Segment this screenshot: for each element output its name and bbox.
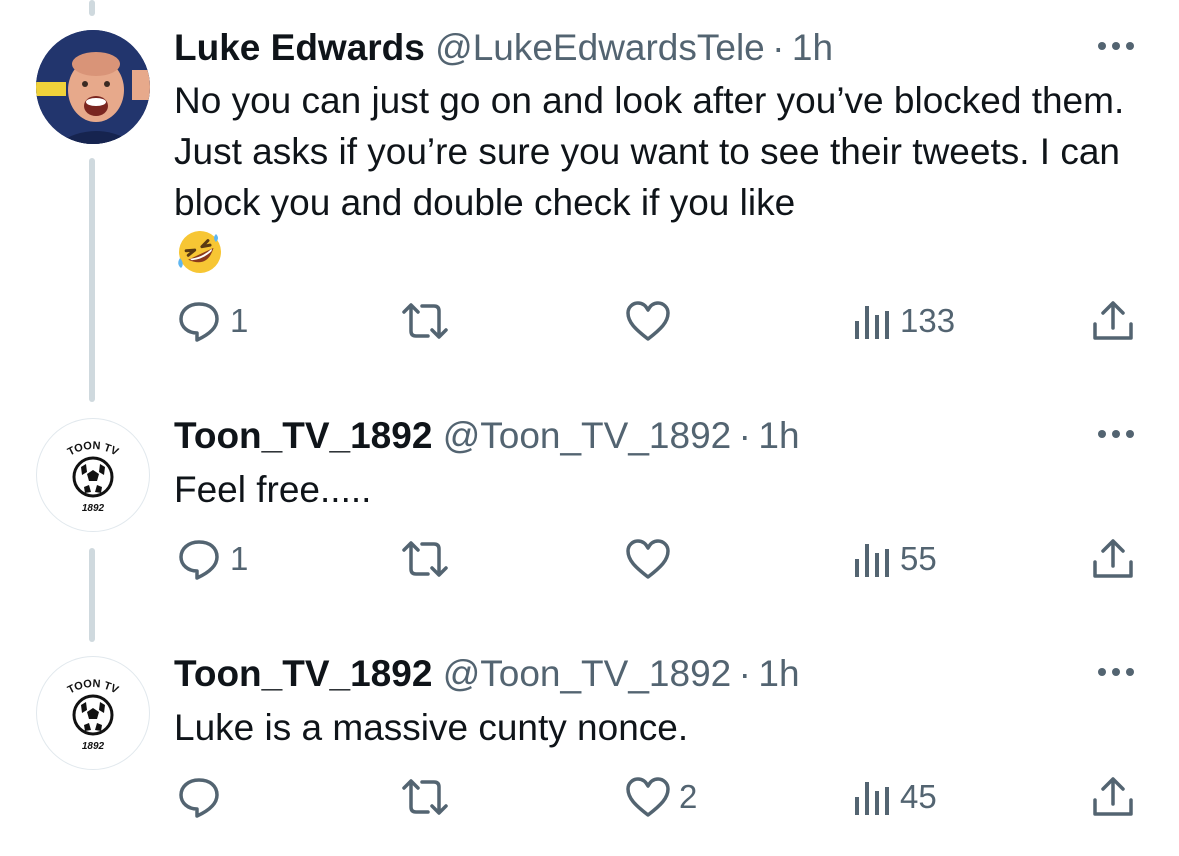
tweet-header: Luke Edwards @LukeEdwardsTele · 1h	[174, 24, 833, 72]
timestamp[interactable]: 1h	[758, 415, 799, 456]
views-button[interactable]: 133	[852, 296, 955, 346]
retweet-button[interactable]	[398, 772, 460, 822]
retweet-icon	[402, 303, 448, 339]
retweet-button[interactable]	[398, 296, 460, 346]
more-icon	[1098, 668, 1134, 676]
display-name[interactable]: Toon_TV_1892	[174, 653, 432, 694]
emoji-rofl	[176, 228, 224, 276]
share-button[interactable]	[1090, 772, 1136, 822]
more-button[interactable]	[1094, 24, 1138, 64]
retweet-button[interactable]	[398, 534, 460, 584]
like-count: 2	[679, 778, 698, 815]
tweet[interactable]: TOON TV 1892 Toon_TV_1892 @Toon_TV_1892 …	[0, 650, 1179, 770]
reply-button[interactable]: 1	[176, 534, 248, 584]
timestamp[interactable]: 1h	[792, 27, 833, 68]
reply-icon	[179, 302, 219, 342]
retweet-icon	[402, 541, 448, 577]
timestamp[interactable]: 1h	[758, 653, 799, 694]
more-button[interactable]	[1094, 650, 1138, 690]
share-button[interactable]	[1090, 534, 1136, 584]
user-handle[interactable]: @Toon_TV_1892	[443, 415, 732, 456]
thread-line-top	[89, 0, 95, 16]
display-name[interactable]: Toon_TV_1892	[174, 415, 432, 456]
tweet-text: Luke is a massive cunty nonce.	[174, 702, 1134, 753]
like-button[interactable]	[625, 534, 679, 584]
avatar[interactable]	[36, 30, 150, 144]
toon-tv-logo: TOON TV 1892	[38, 658, 148, 768]
tweet[interactable]: TOON TV 1892 Toon_TV_1892 @Toon_TV_1892 …	[0, 412, 1179, 542]
heart-icon	[626, 777, 670, 817]
tweet-text: Feel free.....	[174, 464, 1134, 515]
like-button[interactable]: 2	[625, 772, 697, 822]
more-icon	[1098, 430, 1134, 438]
reply-count: 1	[230, 302, 249, 339]
views-icon	[855, 544, 889, 577]
views-button[interactable]: 45	[852, 772, 937, 822]
user-handle[interactable]: @Toon_TV_1892	[443, 653, 732, 694]
rofl-emoji-icon	[178, 231, 221, 273]
tweet-header: Toon_TV_1892 @Toon_TV_1892 · 1h	[174, 412, 800, 460]
separator-dot: ·	[731, 653, 759, 694]
toon-tv-logo: TOON TV 1892	[38, 420, 148, 530]
reply-icon	[179, 778, 219, 818]
view-count: 45	[900, 778, 937, 815]
view-count: 133	[900, 302, 956, 339]
reply-icon	[179, 540, 219, 580]
retweet-icon	[402, 779, 448, 815]
views-button[interactable]: 55	[852, 534, 937, 584]
reply-button[interactable]: 1	[176, 296, 248, 346]
reply-button[interactable]	[176, 772, 230, 822]
tweet-text: No you can just go on and look after you…	[174, 75, 1134, 228]
view-count: 55	[900, 540, 937, 577]
logo-text-bottom: 1892	[82, 741, 105, 752]
tweet-header: Toon_TV_1892 @Toon_TV_1892 · 1h	[174, 650, 800, 698]
profile-photo	[36, 30, 150, 144]
logo-text-bottom: 1892	[82, 503, 105, 514]
reply-count: 1	[230, 540, 249, 577]
tweet-actions: 2 45	[0, 772, 1179, 822]
views-icon	[855, 782, 889, 815]
heart-icon	[626, 539, 670, 579]
tweet-text-content: No you can just go on and look after you…	[174, 80, 1135, 223]
share-button[interactable]	[1090, 296, 1136, 346]
tweet-text-content: Feel free.....	[174, 469, 372, 510]
tweet-actions: 1 133	[0, 296, 1179, 346]
like-button[interactable]	[625, 296, 679, 346]
display-name[interactable]: Luke Edwards	[174, 27, 425, 68]
more-icon	[1098, 42, 1134, 50]
heart-icon	[626, 301, 670, 341]
avatar[interactable]: TOON TV 1892	[36, 418, 150, 532]
share-icon	[1093, 539, 1133, 578]
avatar[interactable]: TOON TV 1892	[36, 656, 150, 770]
more-button[interactable]	[1094, 412, 1138, 452]
user-handle[interactable]: @LukeEdwardsTele	[435, 27, 765, 68]
tweet-text-content: Luke is a massive cunty nonce.	[174, 707, 689, 748]
share-icon	[1093, 301, 1133, 340]
share-icon	[1093, 777, 1133, 816]
views-icon	[855, 306, 889, 339]
separator-dot: ·	[731, 415, 759, 456]
separator-dot: ·	[764, 27, 792, 68]
tweet-actions: 1 55	[0, 534, 1179, 584]
